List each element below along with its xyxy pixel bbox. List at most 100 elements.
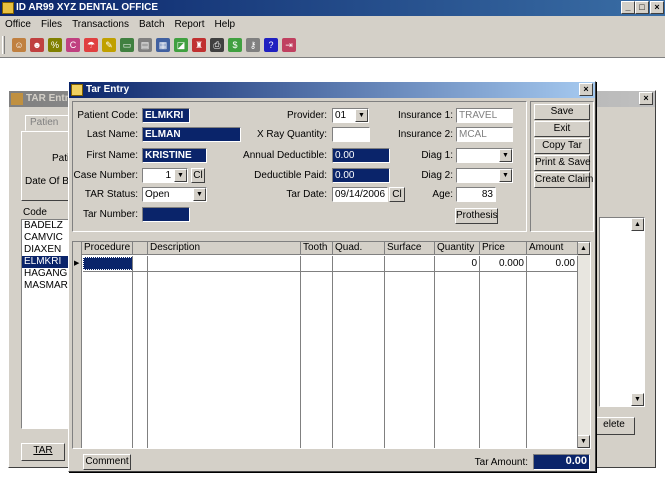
- key-icon[interactable]: ⚷: [246, 38, 260, 52]
- annual-deductible-label: Annual Deductible:: [243, 150, 327, 161]
- menu-report[interactable]: Report: [170, 19, 210, 30]
- annual-deductible-field[interactable]: 0.00: [332, 148, 390, 163]
- bg-delete-button[interactable]: elete: [593, 417, 635, 435]
- menu-batch[interactable]: Batch: [134, 19, 170, 30]
- scroll-up-button[interactable]: ▲: [577, 242, 590, 255]
- tar-status-select[interactable]: Open ▼: [142, 187, 207, 202]
- bg-window-title: TAR Entr: [26, 93, 69, 104]
- bg-scroll-up-button[interactable]: ▲: [631, 218, 644, 231]
- diag1-label: Diag 1:: [421, 150, 453, 161]
- users-icon[interactable]: ☺: [12, 38, 26, 52]
- xray-quantity-field[interactable]: [332, 127, 370, 142]
- exit-button[interactable]: Exit: [534, 121, 590, 137]
- bg-patient-tab[interactable]: Patien: [25, 115, 69, 131]
- grid-header-quad[interactable]: Quad.: [333, 242, 385, 255]
- grid-column-divider: [527, 256, 578, 448]
- copy-tar-button[interactable]: Copy Tar: [534, 138, 590, 154]
- chevron-down-icon[interactable]: ▼: [499, 169, 512, 182]
- tar-amount-label: Tar Amount:: [474, 457, 528, 468]
- scroll-down-button[interactable]: ▼: [577, 435, 590, 448]
- menu-help[interactable]: Help: [210, 19, 241, 30]
- tar-number-field[interactable]: [142, 207, 190, 222]
- dialog-title: Tar Entry: [86, 84, 130, 95]
- bg-scroll-down-button[interactable]: ▼: [631, 393, 644, 406]
- deductible-paid-label: Deductible Paid:: [254, 170, 327, 181]
- chevron-down-icon[interactable]: ▼: [355, 109, 368, 122]
- save-button[interactable]: Save: [534, 104, 590, 120]
- insurance2-field[interactable]: MCAL: [456, 127, 513, 142]
- grid-header-procedure[interactable]: Procedure: [82, 242, 133, 255]
- exit-icon[interactable]: ⇥: [282, 38, 296, 52]
- codes-icon[interactable]: %: [48, 38, 62, 52]
- diag1-select[interactable]: ▼: [456, 148, 513, 163]
- grid-header-description[interactable]: Description: [148, 242, 301, 255]
- disk-icon[interactable]: ◪: [174, 38, 188, 52]
- app-title-bar: ID AR99 XYZ DENTAL OFFICE _ □ ×: [0, 0, 665, 16]
- card-icon[interactable]: ▭: [120, 38, 134, 52]
- bg-right-panel: ▲ ▼: [599, 217, 645, 407]
- insurance1-label: Insurance 1:: [397, 110, 453, 121]
- deductible-paid-field[interactable]: 0.00: [332, 168, 390, 183]
- minimize-button[interactable]: _: [621, 1, 635, 14]
- tag-icon[interactable]: C: [66, 38, 80, 52]
- menu-transactions[interactable]: Transactions: [67, 19, 134, 30]
- grid-column-divider: [148, 256, 301, 448]
- print-save-button[interactable]: Print & Save: [534, 155, 591, 171]
- first-name-field[interactable]: KRISTINE: [142, 148, 207, 163]
- dialog-close-button[interactable]: ×: [579, 83, 593, 96]
- insurance1-field[interactable]: TRAVEL: [456, 108, 513, 123]
- bg-patient-label: Pati: [52, 153, 70, 164]
- pencil-icon[interactable]: ✎: [102, 38, 116, 52]
- tar-date-cl-button[interactable]: Cl: [389, 187, 405, 202]
- chevron-down-icon[interactable]: ▼: [193, 188, 206, 201]
- provider-select[interactable]: 01 ▼: [332, 108, 369, 123]
- dialog-title-bar: Tar Entry ×: [69, 82, 595, 98]
- bg-tar-tab[interactable]: TAR: [21, 443, 65, 461]
- prothesis-button[interactable]: Prothesis: [455, 208, 498, 224]
- chevron-down-icon[interactable]: ▼: [174, 169, 187, 182]
- maximize-button[interactable]: □: [635, 1, 649, 14]
- provider-label: Provider:: [286, 110, 327, 121]
- comment-button[interactable]: Comment: [83, 454, 131, 470]
- grid-vertical-scrollbar[interactable]: ▲ ▼: [577, 242, 590, 448]
- diag2-label: Diag 2:: [421, 170, 453, 181]
- bg-window-close-button[interactable]: ×: [639, 92, 653, 105]
- grid-column-divider: [333, 256, 385, 448]
- help-icon[interactable]: ?: [264, 38, 278, 52]
- grid-header-surface[interactable]: Surface: [385, 242, 435, 255]
- grid-header-tooth[interactable]: Tooth: [301, 242, 333, 255]
- case-cl-button[interactable]: Cl: [191, 168, 205, 183]
- first-name-label: First Name:: [86, 150, 138, 161]
- grid-column-divider: [385, 256, 435, 448]
- printer-icon[interactable]: ⎙: [210, 38, 224, 52]
- grid-column-divider: [133, 256, 148, 448]
- patient-code-field[interactable]: ELMKRI: [142, 108, 190, 123]
- grid-header-blank[interactable]: [133, 242, 148, 255]
- case-number-select[interactable]: 1 ▼: [142, 168, 188, 183]
- diag2-select[interactable]: ▼: [456, 168, 513, 183]
- patient-code-label: Patient Code:: [77, 110, 138, 121]
- tar-date-field[interactable]: 09/14/2006: [332, 187, 388, 202]
- folder-icon[interactable]: ▦: [156, 38, 170, 52]
- insurance2-label: Insurance 2:: [397, 129, 453, 140]
- bg-dob-label: Date Of Bi: [25, 176, 72, 187]
- grid-header-amount[interactable]: Amount: [527, 242, 578, 255]
- grid-header-quantity[interactable]: Quantity: [435, 242, 480, 255]
- umbrella-icon[interactable]: ☂: [84, 38, 98, 52]
- receipt-icon[interactable]: ▤: [138, 38, 152, 52]
- group-icon[interactable]: ☻: [30, 38, 44, 52]
- create-claim-button[interactable]: Create Claim: [534, 172, 593, 188]
- procedure-grid[interactable]: ▶ 0 0.000 0.00 ▲ ▼ Procedure Description T…: [72, 241, 591, 449]
- grid-header-price[interactable]: Price: [480, 242, 527, 255]
- chevron-down-icon[interactable]: ▼: [499, 149, 512, 162]
- grid-column-divider: [301, 256, 333, 448]
- money-bag-icon[interactable]: $: [228, 38, 242, 52]
- stamp-icon[interactable]: ♜: [192, 38, 206, 52]
- last-name-field[interactable]: ELMAN: [142, 127, 241, 142]
- age-field[interactable]: 83: [456, 187, 496, 202]
- toolbar-grip: [2, 36, 5, 54]
- toolbar: ☺ ☻% C ☂ ✎ ▭ ▤ ▦ ◪ ♜ ⎙ $ ⚷? ⇥: [0, 33, 665, 58]
- menu-files[interactable]: Files: [36, 19, 67, 30]
- menu-office[interactable]: Office: [0, 19, 36, 30]
- close-button[interactable]: ×: [650, 1, 664, 14]
